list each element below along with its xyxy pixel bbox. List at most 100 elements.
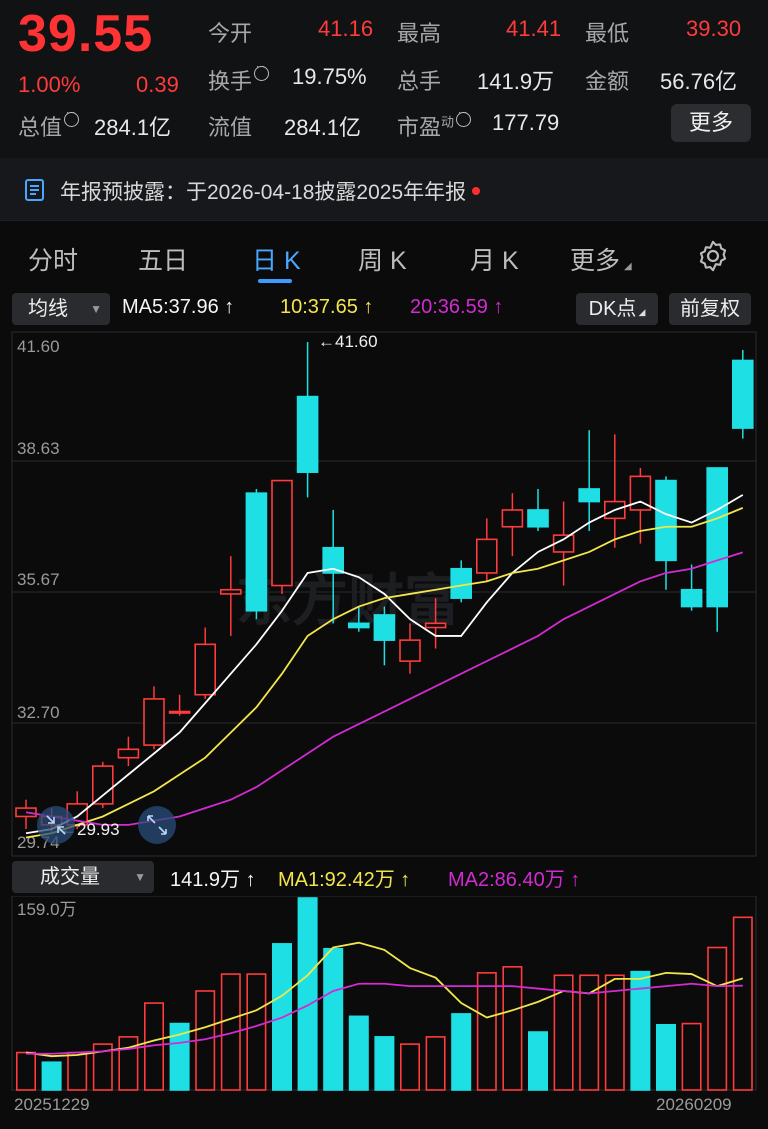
pe-value: 177.79 [492, 110, 560, 135]
settings-gear-icon[interactable] [696, 239, 730, 273]
volume-value: 141.9万 ↑ [170, 869, 256, 891]
dk-point-button[interactable]: DK点 ◢ [576, 293, 658, 325]
volume-bar [348, 1015, 369, 1091]
float-cap-value: 284.1亿 [284, 115, 362, 140]
candle-body [450, 567, 473, 599]
info-icon[interactable] [254, 61, 270, 81]
unread-dot [472, 187, 481, 195]
ma10-line [25, 507, 744, 839]
y-tick-label: 38.63 [17, 439, 60, 458]
annual-report-notice[interactable]: 年报预披露：于2026-04-18披露2025年年报 [0, 158, 768, 220]
max-price-label: ←41.60 [318, 332, 378, 351]
y-tick-label: 41.60 [17, 337, 60, 356]
tab-intraday[interactable]: 分时 [28, 241, 78, 277]
volume-bar [399, 1043, 420, 1091]
candle-body [296, 395, 319, 473]
ma5-value: MA5:37.96 ↑ [122, 296, 235, 318]
candle-body [527, 509, 549, 528]
market-cap-label: 总值 [18, 107, 81, 142]
pe-label: 市盈动 [397, 107, 473, 142]
active-tab-indicator [258, 279, 292, 283]
caret-down-icon: ▼ [134, 870, 146, 884]
volume-label: 总手 [397, 69, 442, 94]
corner-arrow-icon: ◢ [638, 307, 646, 317]
candle-body [424, 622, 447, 629]
candle-body [501, 509, 524, 528]
candle-body [271, 479, 293, 587]
candle-body [655, 479, 677, 562]
turnover-value: 19.75% [292, 64, 367, 89]
last-price: 39.55 [18, 5, 154, 63]
float-cap-label: 流值 [208, 115, 253, 140]
tab-five-day[interactable]: 五日 [138, 241, 188, 277]
high-value: 41.41 [506, 16, 562, 41]
candle-body [706, 467, 729, 608]
notice-text: 年报预披露：于2026-04-18披露2025年年报 [60, 176, 481, 206]
volume-indicator-selector[interactable]: 成交量 ▼ [12, 861, 154, 893]
amount-label: 金额 [585, 69, 630, 94]
candle-body [220, 588, 242, 595]
end-date-label: 20260209 [656, 1095, 732, 1114]
period-tabs: 分时 五日 日 K 周 K 月 K 更多 ◢ [0, 220, 768, 291]
ma-legend-bar: 均线 ▼ MA5:37.96 ↑ 10:37.65 ↑ 20:36.59 ↑ DK… [0, 290, 768, 330]
more-button[interactable]: 更多 [671, 104, 751, 142]
volume-bar [118, 1036, 139, 1091]
tab-weekly-k[interactable]: 周 K [358, 241, 407, 277]
volume-bar [655, 1023, 676, 1091]
quote-panel: 39.55 1.00% 0.39 今开 41.16 最高 41.41 最低 39… [0, 0, 768, 158]
info-icon[interactable] [64, 107, 80, 127]
volume-bar [67, 1051, 88, 1091]
low-label: 最低 [585, 21, 630, 46]
volume-bar [681, 1022, 702, 1091]
adjust-button[interactable]: 前复权 [669, 293, 751, 325]
volume-bar [527, 1031, 548, 1091]
low-value: 39.30 [686, 16, 742, 41]
open-label: 今开 [208, 21, 253, 46]
candle-body [475, 538, 498, 574]
volume-value: 141.9万 [477, 69, 555, 94]
volume-ma2: MA2:86.40万 ↑ [448, 869, 581, 891]
candle-body [245, 492, 268, 612]
candle-body [399, 639, 421, 662]
volume-bar [425, 1036, 446, 1091]
ma10-value: 10:37.65 ↑ [280, 296, 374, 318]
candle-body [168, 710, 191, 714]
candle-body [117, 748, 140, 759]
change-percent: 1.00% [18, 72, 81, 97]
change-amount: 0.39 [136, 72, 179, 97]
collapse-icon[interactable] [37, 806, 75, 844]
volume-bar [476, 972, 497, 1091]
volume-bar [707, 946, 728, 1091]
candle-body [680, 588, 703, 608]
high-label: 最高 [397, 21, 442, 46]
volume-bar [15, 1051, 36, 1091]
candle-body [143, 698, 165, 746]
expand-icon[interactable] [138, 806, 176, 844]
candle-body [578, 488, 601, 503]
y-tick-label: 32.70 [17, 703, 60, 722]
info-icon[interactable] [456, 107, 472, 127]
candle-body [347, 622, 370, 629]
document-icon [25, 179, 44, 201]
corner-arrow-icon: ◢ [624, 261, 632, 272]
candle-body [373, 614, 396, 641]
volume-bar [246, 973, 267, 1091]
open-value: 41.16 [318, 16, 374, 41]
volume-y-max-label: 159.0万 [17, 900, 77, 919]
volume-legend-bar: 成交量 ▼ 141.9万 ↑ MA1:92.42万 ↑ MA2:86.40万 ↑ [0, 858, 768, 896]
indicator-selector[interactable]: 均线 ▼ [12, 293, 110, 325]
candle-body [194, 643, 216, 696]
caret-down-icon: ▼ [90, 302, 102, 316]
volume-bar [297, 897, 318, 1091]
candle-body [15, 807, 37, 818]
tab-monthly-k[interactable]: 月 K [470, 241, 519, 277]
tab-daily-k[interactable]: 日 K [252, 241, 301, 277]
candle-body [731, 359, 754, 429]
volume-bar [374, 1036, 395, 1091]
volume-chart[interactable]: 159.0万 20251229 20260209 [0, 896, 768, 1122]
candlestick-chart[interactable]: 东方财富 41.60 38.63 35.67 32.70 29.74 ←41.6… [0, 330, 768, 858]
tab-more[interactable]: 更多 ◢ [570, 241, 632, 277]
start-date-label: 20251229 [14, 1095, 90, 1114]
amount-value: 56.76亿 [660, 69, 738, 94]
ma20-value: 20:36.59 ↑ [410, 296, 504, 318]
